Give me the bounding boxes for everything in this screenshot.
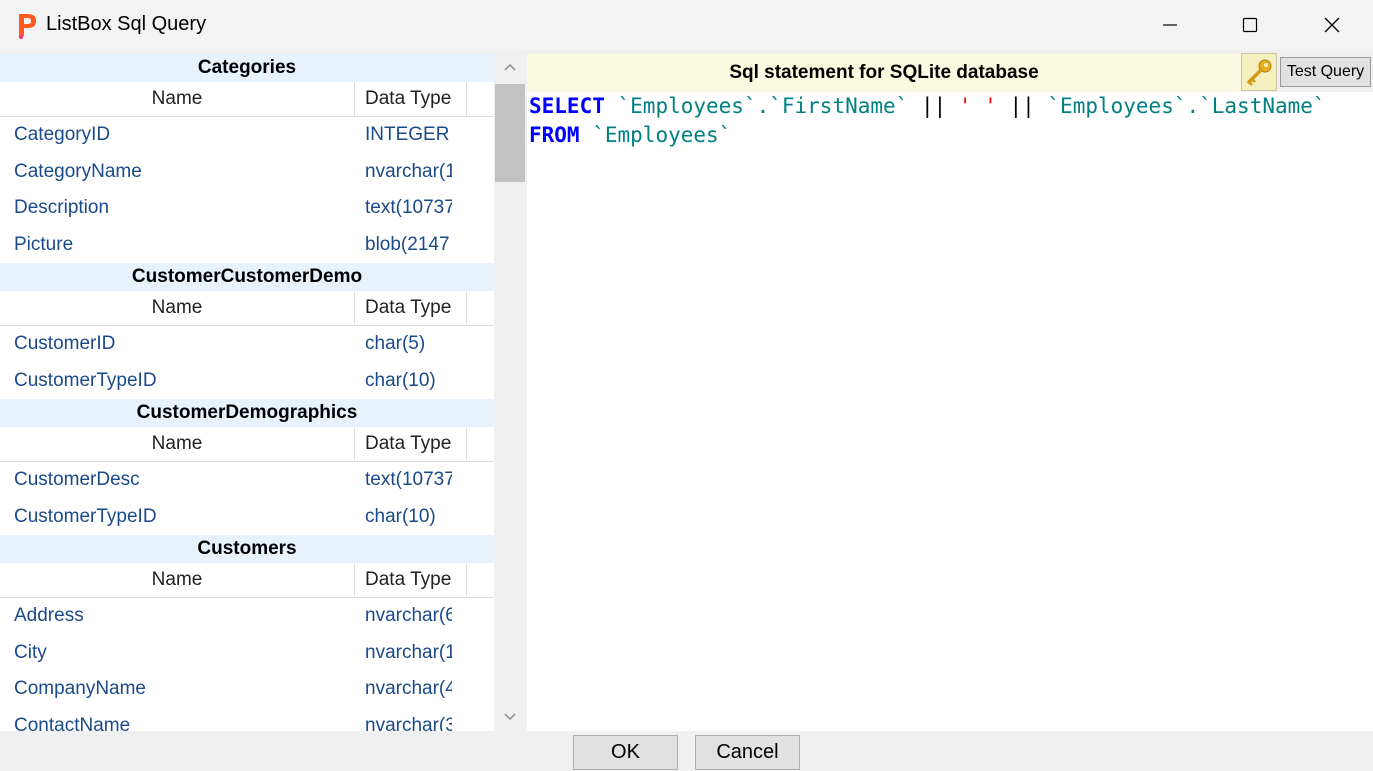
- table-header[interactable]: Customers: [0, 535, 494, 563]
- scrollbar-thumb[interactable]: [495, 84, 525, 182]
- field-data-type: nvarchar(6: [365, 605, 452, 626]
- field-data-type: INTEGER: [365, 124, 450, 145]
- field-data-type: text(10737: [365, 469, 452, 490]
- field-name: ContactName: [14, 714, 131, 732]
- close-button[interactable]: [1292, 0, 1372, 50]
- field-data-type: char(10): [365, 505, 436, 527]
- column-header-row: Name Data Type: [0, 291, 494, 326]
- column-header-row: Name Data Type: [0, 427, 494, 462]
- field-name: CustomerTypeID: [14, 369, 157, 391]
- field-row[interactable]: City nvarchar(1: [0, 635, 494, 672]
- field-name: CompanyName: [14, 678, 146, 699]
- field-data-type: nvarchar(1: [365, 160, 452, 182]
- listbox-sql-query-window: ListBox Sql Query Categories Name Data Typ…: [0, 0, 1373, 771]
- vertical-scrollbar[interactable]: [494, 54, 526, 731]
- column-header-data-type[interactable]: Data Type: [355, 291, 467, 325]
- field-data-type: char(10): [365, 369, 436, 391]
- sql-identifier: `Employees`.`FirstName`: [617, 94, 909, 118]
- field-row[interactable]: Address nvarchar(6: [0, 598, 494, 635]
- field-data-type: text(10737: [365, 197, 452, 218]
- sql-identifier: `Employees`: [592, 123, 732, 147]
- table-header[interactable]: CustomerCustomerDemo: [0, 263, 494, 291]
- field-row[interactable]: CustomerTypeID char(10): [0, 363, 494, 400]
- column-header-name[interactable]: Name: [0, 563, 355, 597]
- field-name: CategoryName: [14, 160, 142, 182]
- maximize-icon: [1242, 17, 1258, 33]
- title-bar: ListBox Sql Query: [0, 0, 1373, 50]
- minimize-button[interactable]: [1130, 0, 1210, 50]
- field-name: Address: [14, 605, 84, 626]
- column-header-row: Name Data Type: [0, 82, 494, 117]
- table-header[interactable]: Categories: [0, 54, 494, 82]
- field-row[interactable]: CustomerDesc text(10737: [0, 462, 494, 499]
- column-header-data-type[interactable]: Data Type: [355, 82, 467, 116]
- field-name: CategoryID: [14, 124, 111, 145]
- field-row[interactable]: CategoryName nvarchar(1: [0, 154, 494, 191]
- field-name: CustomerID: [14, 333, 116, 354]
- field-row[interactable]: CompanyName nvarchar(4: [0, 671, 494, 708]
- field-row[interactable]: CustomerTypeID char(10): [0, 499, 494, 536]
- field-row[interactable]: CategoryID INTEGER: [0, 117, 494, 154]
- column-header-row: Name Data Type: [0, 563, 494, 598]
- ok-button[interactable]: OK: [573, 735, 678, 770]
- field-name: Description: [14, 197, 110, 218]
- field-row[interactable]: ContactName nvarchar(3: [0, 708, 494, 732]
- field-row[interactable]: CustomerID char(5): [0, 326, 494, 363]
- column-header-name[interactable]: Name: [0, 82, 355, 116]
- sql-line: FROM `Employees`: [529, 121, 1373, 150]
- table-fields-listbox[interactable]: Categories Name Data Type CategoryID INTEGER…: [0, 54, 494, 731]
- key-button[interactable]: [1241, 53, 1277, 91]
- close-icon: [1324, 17, 1340, 33]
- scroll-down-arrow-icon[interactable]: [502, 710, 518, 728]
- column-header-data-type[interactable]: Data Type: [355, 563, 467, 597]
- field-data-type: nvarchar(4: [365, 678, 452, 699]
- column-header-name[interactable]: Name: [0, 427, 355, 461]
- field-data-type: nvarchar(3: [365, 714, 452, 732]
- cancel-button[interactable]: Cancel: [695, 735, 800, 770]
- test-query-button[interactable]: Test Query: [1280, 57, 1371, 87]
- key-icon: [1247, 59, 1272, 86]
- sql-operator: [605, 94, 618, 118]
- window-title: ListBox Sql Query: [46, 13, 207, 35]
- sql-string: ' ': [958, 94, 997, 118]
- field-row[interactable]: Picture blob(2147: [0, 227, 494, 264]
- sql-operator: ||: [908, 94, 959, 118]
- sql-line: SELECT `Employees`.`FirstName` || ' ' ||…: [529, 92, 1373, 121]
- maximize-button[interactable]: [1210, 0, 1290, 50]
- field-data-type: char(5): [365, 333, 426, 354]
- scroll-up-arrow-icon[interactable]: [502, 60, 518, 78]
- dialog-buttons: OK Cancel: [0, 731, 1373, 771]
- sql-editor[interactable]: SELECT `Employees`.`FirstName` || ' ' ||…: [527, 92, 1373, 731]
- field-name: Picture: [14, 233, 74, 255]
- column-header-name[interactable]: Name: [0, 291, 355, 325]
- field-data-type: blob(2147: [365, 233, 450, 255]
- sql-operator: [580, 123, 593, 147]
- dialog-content: Categories Name Data Type CategoryID INTEGER…: [0, 50, 1373, 771]
- field-row[interactable]: Description text(10737: [0, 190, 494, 227]
- sql-identifier: `Employees`.`LastName`: [1047, 94, 1326, 118]
- table-header[interactable]: CustomerDemographics: [0, 399, 494, 427]
- sql-keyword: FROM: [529, 123, 580, 147]
- field-name: CustomerTypeID: [14, 505, 157, 527]
- field-name: City: [14, 641, 47, 663]
- sql-keyword: SELECT: [529, 94, 605, 118]
- sql-panel-header: Sql statement for SQLite database: [527, 54, 1241, 92]
- sql-operator: ||: [996, 94, 1048, 118]
- column-header-data-type[interactable]: Data Type: [355, 427, 467, 461]
- field-data-type: nvarchar(1: [365, 641, 452, 663]
- field-name: CustomerDesc: [14, 469, 140, 490]
- minimize-icon: [1163, 24, 1177, 26]
- app-logo-icon: [16, 12, 36, 39]
